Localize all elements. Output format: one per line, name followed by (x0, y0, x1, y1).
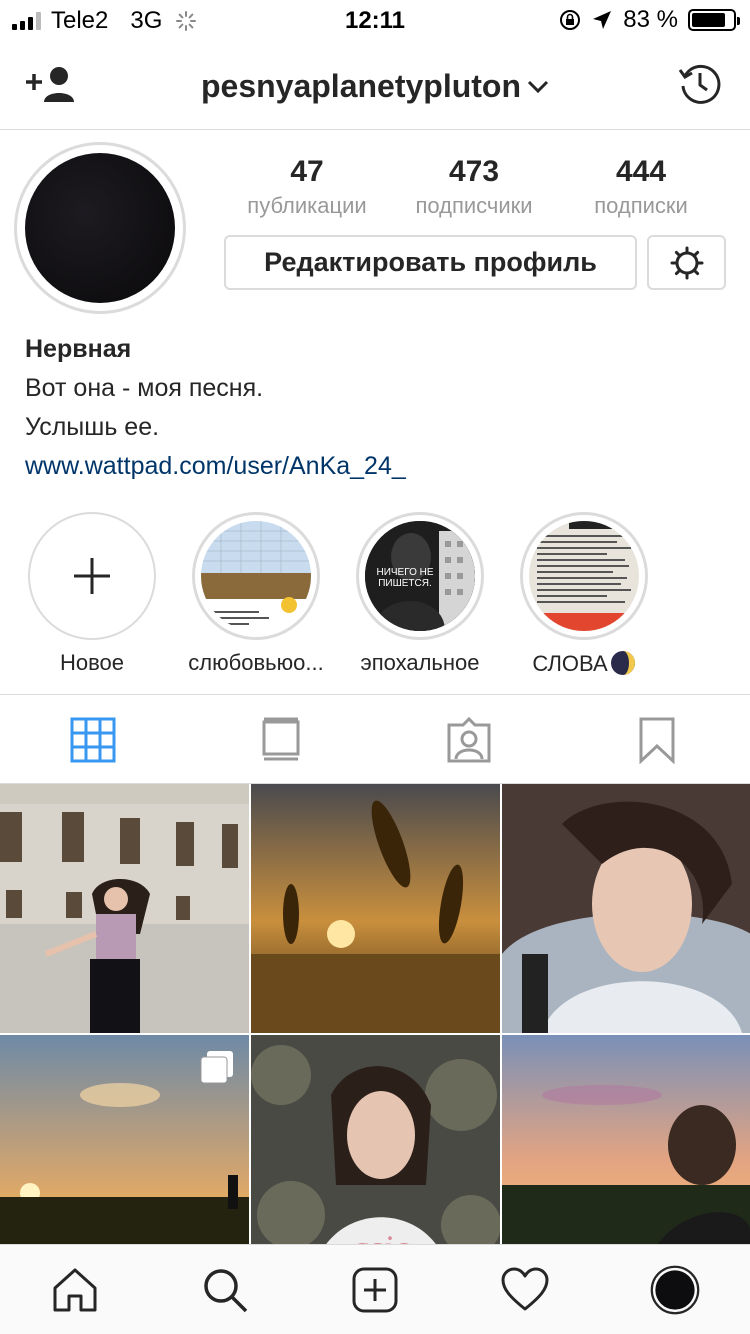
highlight-overlay-text: НИЧЕГО НЕ ПИШЕТСЯ. (376, 567, 434, 589)
highlight-cover (529, 521, 639, 631)
search-icon (204, 1269, 248, 1313)
following-count-label: подписки (594, 193, 688, 218)
profile-avatar[interactable] (25, 153, 175, 303)
bio-link[interactable]: www.wattpad.com/user/AnKa_24_ (25, 447, 406, 486)
profile-header: pesnyaplanetypluton (0, 40, 750, 130)
highlight-label: эпохальное (360, 650, 480, 675)
tab-tagged[interactable] (444, 715, 494, 765)
highlight-ring (520, 512, 648, 640)
nav-activity[interactable] (500, 1265, 550, 1315)
grid-icon (70, 717, 116, 763)
chevron-down-icon (527, 80, 549, 93)
rotation-lock-icon (560, 10, 581, 30)
highlight-label: Новое (59, 650, 125, 675)
bottom-navigation (0, 1244, 750, 1334)
followers-count-value: 473 (448, 155, 500, 188)
highlight-item[interactable]: НИЧЕГО НЕ ПИШЕТСЯ. эпохальное (340, 512, 500, 676)
nav-home[interactable] (50, 1265, 100, 1315)
highlight-item[interactable]: СЛОВА (504, 512, 664, 677)
profile-bio: Нервная Вот она - моя песня. Услышь ее. … (25, 330, 406, 486)
bookmark-icon (639, 717, 675, 764)
moon-phase-icon (610, 651, 635, 675)
display-name: Нервная (25, 335, 132, 363)
heart-icon (501, 1267, 549, 1311)
post-thumbnail[interactable] (251, 784, 500, 1033)
posts-count-label: публикации (247, 193, 367, 218)
highlight-new-circle (28, 512, 156, 640)
following-count[interactable]: 444 подписки (556, 155, 726, 219)
highlight-cover: НИЧЕГО НЕ ПИШЕТСЯ. (365, 521, 475, 631)
highlight-label-text: СЛОВА (532, 651, 608, 676)
status-bar: Tele2 3G 12:11 83 % (0, 0, 750, 40)
nav-new-post[interactable] (350, 1265, 400, 1315)
highlight-new[interactable]: Новое (12, 512, 172, 676)
tab-feed[interactable] (256, 715, 306, 765)
bio-line-1: Вот она - моя песня. (25, 374, 264, 402)
username-label: pesnyaplanetypluton (200, 68, 522, 105)
highlight-item[interactable]: слюбовьюо... (176, 512, 336, 676)
feed-icon (262, 717, 300, 761)
highlight-ring: НИЧЕГО НЕ ПИШЕТСЯ. (356, 512, 484, 640)
battery-percent: 83 % (623, 6, 678, 33)
tab-grid[interactable] (68, 715, 118, 765)
new-post-icon (352, 1267, 398, 1313)
posts-count-value: 47 (290, 155, 324, 188)
following-count-value: 444 (615, 155, 667, 188)
home-icon (53, 1268, 97, 1312)
followers-count[interactable]: 473 подписчики (389, 155, 559, 219)
posts-count[interactable]: 47 публикации (222, 155, 392, 219)
highlight-cover (201, 521, 311, 631)
battery-icon (688, 9, 740, 31)
profile-avatar-icon (650, 1265, 700, 1315)
highlight-ring (192, 512, 320, 640)
edit-profile-button[interactable]: Редактировать профиль (224, 235, 637, 290)
nav-search[interactable] (200, 1265, 250, 1315)
settings-button[interactable] (647, 235, 726, 290)
followers-count-label: подписчики (415, 193, 533, 218)
username-switcher[interactable]: pesnyaplanetypluton (0, 66, 750, 105)
bio-line-2: Услышь ее. (25, 413, 160, 441)
post-thumbnail[interactable] (502, 784, 750, 1033)
gear-icon (670, 246, 703, 279)
plus-icon (74, 558, 110, 594)
carousel-icon (200, 1051, 233, 1084)
location-arrow-icon (593, 11, 612, 29)
tab-saved[interactable] (632, 715, 682, 765)
profile-tabs (0, 694, 750, 784)
history-icon[interactable] (678, 62, 722, 106)
post-thumbnail[interactable] (0, 784, 249, 1033)
highlight-label: СЛОВА (504, 650, 664, 677)
nav-profile[interactable] (650, 1265, 700, 1315)
tagged-icon (447, 717, 491, 763)
highlight-label: слюбовьюо... (188, 650, 324, 675)
